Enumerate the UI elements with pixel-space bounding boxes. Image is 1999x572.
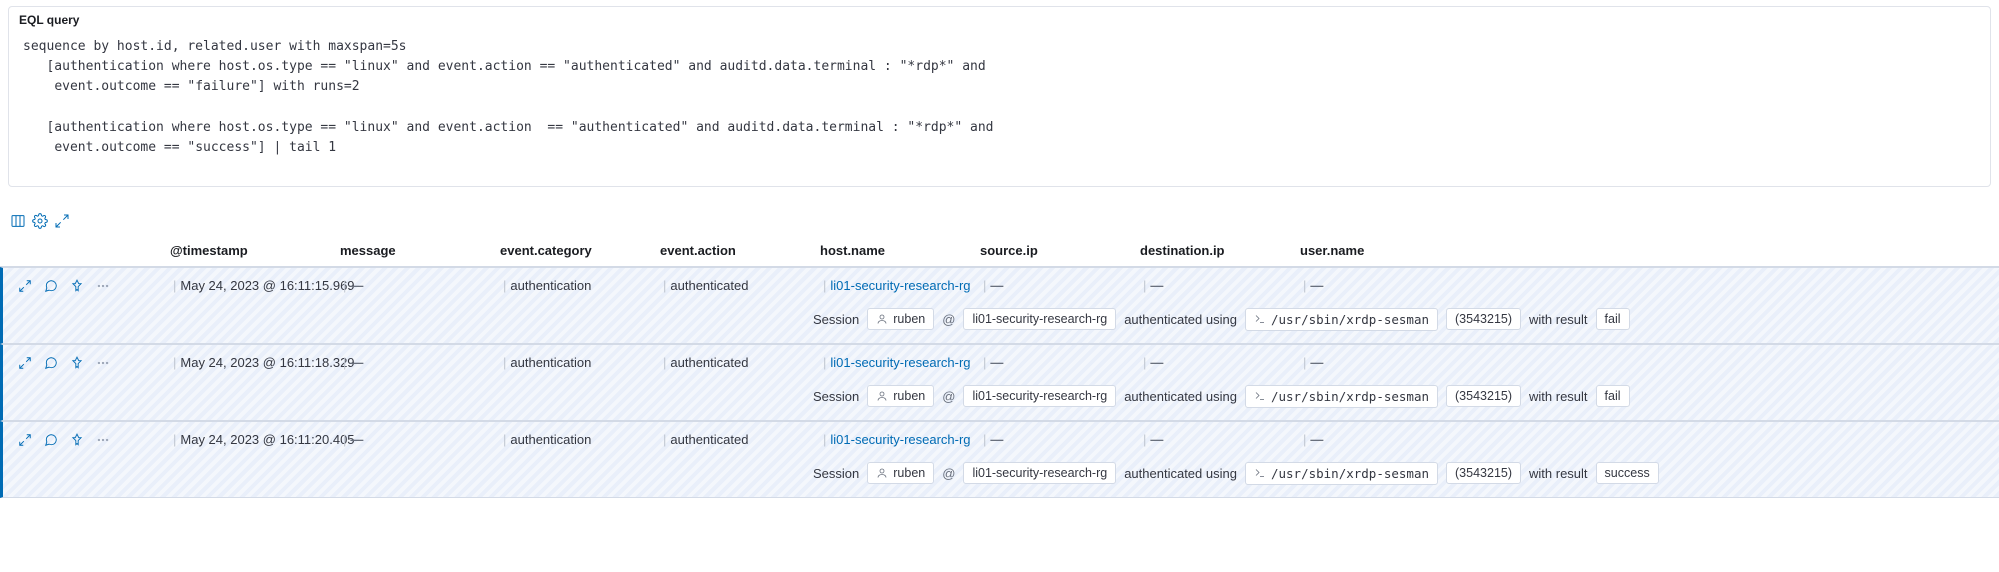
session-row: Session ruben @ li01-security-research-r… bbox=[803, 298, 1999, 333]
col-actions bbox=[0, 242, 160, 258]
cell-user-name: |— bbox=[1293, 268, 1453, 297]
cell-user-name: |— bbox=[1293, 345, 1453, 374]
col-event-action[interactable]: event.action bbox=[650, 235, 810, 266]
fullscreen-icon[interactable] bbox=[54, 213, 70, 229]
columns-icon[interactable] bbox=[10, 213, 26, 229]
col-source-ip[interactable]: source.ip bbox=[970, 235, 1130, 266]
eql-query-card: EQL query sequence by host.id, related.u… bbox=[8, 6, 1991, 187]
session-pid-badge[interactable]: (3543215) bbox=[1446, 462, 1521, 484]
session-result-badge[interactable]: fail bbox=[1596, 385, 1630, 407]
session-with-result: with result bbox=[1529, 312, 1588, 327]
table-row: |May 24, 2023 @ 16:11:20.405 |— |authent… bbox=[0, 421, 1999, 498]
session-pid-badge[interactable]: (3543215) bbox=[1446, 385, 1521, 407]
session-user-badge[interactable]: ruben bbox=[867, 308, 934, 330]
terminal-icon bbox=[1254, 467, 1266, 479]
col-timestamp[interactable]: @timestamp bbox=[160, 235, 330, 266]
cell-host-name: |li01-security-research-rg bbox=[813, 268, 973, 297]
cell-destination-ip: |— bbox=[1133, 268, 1293, 297]
cell-event-action: |authenticated bbox=[653, 422, 813, 451]
more-icon[interactable] bbox=[95, 278, 111, 294]
session-auth-text: authenticated using bbox=[1124, 312, 1237, 327]
table-row: |May 24, 2023 @ 16:11:15.969 |— |authent… bbox=[0, 267, 1999, 344]
session-label: Session bbox=[813, 389, 859, 404]
pin-icon[interactable] bbox=[69, 432, 85, 448]
cell-message: |— bbox=[333, 422, 493, 451]
cell-host-name: |li01-security-research-rg bbox=[813, 422, 973, 451]
cell-source-ip: |— bbox=[973, 345, 1133, 374]
session-auth-text: authenticated using bbox=[1124, 389, 1237, 404]
terminal-icon bbox=[1254, 313, 1266, 325]
session-row: Session ruben @ li01-security-research-r… bbox=[803, 452, 1999, 487]
table-toolbar bbox=[0, 207, 1999, 235]
eql-query-label: EQL query bbox=[9, 7, 1990, 31]
user-icon bbox=[876, 313, 888, 325]
cell-destination-ip: |— bbox=[1133, 422, 1293, 451]
expand-icon[interactable] bbox=[17, 355, 33, 371]
col-event-category[interactable]: event.category bbox=[490, 235, 650, 266]
gear-icon[interactable] bbox=[32, 213, 48, 229]
cell-user-name: |— bbox=[1293, 422, 1453, 451]
col-user-name[interactable]: user.name bbox=[1290, 235, 1450, 266]
cell-event-action: |authenticated bbox=[653, 345, 813, 374]
row-actions bbox=[3, 345, 163, 375]
cell-timestamp: |May 24, 2023 @ 16:11:18.329 bbox=[163, 345, 333, 374]
cell-timestamp: |May 24, 2023 @ 16:11:20.405 bbox=[163, 422, 333, 451]
row-actions bbox=[3, 268, 163, 298]
session-process-badge[interactable]: /usr/sbin/xrdp-sesman bbox=[1245, 308, 1438, 331]
session-with-result: with result bbox=[1529, 389, 1588, 404]
cell-host-name: |li01-security-research-rg bbox=[813, 345, 973, 374]
session-label: Session bbox=[813, 312, 859, 327]
row-actions bbox=[3, 422, 163, 452]
col-destination-ip[interactable]: destination.ip bbox=[1130, 235, 1290, 266]
session-host-badge[interactable]: li01-security-research-rg bbox=[963, 462, 1116, 484]
cell-destination-ip: |— bbox=[1133, 345, 1293, 374]
cell-message: |— bbox=[333, 268, 493, 297]
cell-event-action: |authenticated bbox=[653, 268, 813, 297]
note-icon[interactable] bbox=[43, 432, 59, 448]
cell-source-ip: |— bbox=[973, 268, 1133, 297]
more-icon[interactable] bbox=[95, 432, 111, 448]
col-host-name[interactable]: host.name bbox=[810, 235, 970, 266]
session-host-badge[interactable]: li01-security-research-rg bbox=[963, 385, 1116, 407]
more-icon[interactable] bbox=[95, 355, 111, 371]
session-user-badge[interactable]: ruben bbox=[867, 385, 934, 407]
cell-timestamp: |May 24, 2023 @ 16:11:15.969 bbox=[163, 268, 333, 297]
table-row: |May 24, 2023 @ 16:11:18.329 |— |authent… bbox=[0, 344, 1999, 421]
expand-icon[interactable] bbox=[17, 432, 33, 448]
session-pid-badge[interactable]: (3543215) bbox=[1446, 308, 1521, 330]
at-symbol: @ bbox=[942, 389, 955, 404]
session-host-badge[interactable]: li01-security-research-rg bbox=[963, 308, 1116, 330]
session-row: Session ruben @ li01-security-research-r… bbox=[803, 375, 1999, 410]
cell-source-ip: |— bbox=[973, 422, 1133, 451]
app-root: EQL query sequence by host.id, related.u… bbox=[0, 6, 1999, 498]
expand-icon[interactable] bbox=[17, 278, 33, 294]
session-process-badge[interactable]: /usr/sbin/xrdp-sesman bbox=[1245, 385, 1438, 408]
session-result-badge[interactable]: success bbox=[1596, 462, 1659, 484]
cell-message: |— bbox=[333, 345, 493, 374]
cell-event-category: |authentication bbox=[493, 345, 653, 374]
session-process-badge[interactable]: /usr/sbin/xrdp-sesman bbox=[1245, 462, 1438, 485]
note-icon[interactable] bbox=[43, 355, 59, 371]
session-user-badge[interactable]: ruben bbox=[867, 462, 934, 484]
cell-event-category: |authentication bbox=[493, 422, 653, 451]
pin-icon[interactable] bbox=[69, 278, 85, 294]
at-symbol: @ bbox=[942, 466, 955, 481]
session-label: Session bbox=[813, 466, 859, 481]
eql-query-body[interactable]: sequence by host.id, related.user with m… bbox=[9, 31, 1990, 186]
col-message[interactable]: message bbox=[330, 235, 490, 266]
table-body: |May 24, 2023 @ 16:11:15.969 |— |authent… bbox=[0, 267, 1999, 498]
user-icon bbox=[876, 390, 888, 402]
session-result-badge[interactable]: fail bbox=[1596, 308, 1630, 330]
pin-icon[interactable] bbox=[69, 355, 85, 371]
session-auth-text: authenticated using bbox=[1124, 466, 1237, 481]
at-symbol: @ bbox=[942, 312, 955, 327]
user-icon bbox=[876, 467, 888, 479]
cell-event-category: |authentication bbox=[493, 268, 653, 297]
table-header-row: @timestamp message event.category event.… bbox=[0, 235, 1999, 267]
note-icon[interactable] bbox=[43, 278, 59, 294]
terminal-icon bbox=[1254, 390, 1266, 402]
session-with-result: with result bbox=[1529, 466, 1588, 481]
